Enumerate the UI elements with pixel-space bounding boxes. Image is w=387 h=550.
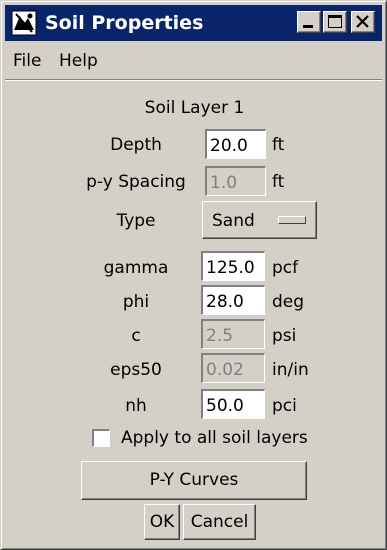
eps50-label: eps50 xyxy=(110,360,162,380)
type-option-menu[interactable]: Sand xyxy=(202,201,317,239)
py-spacing-unit: ft xyxy=(272,172,285,192)
py-spacing-label: p-y Spacing xyxy=(86,172,186,192)
cancel-button[interactable]: Cancel xyxy=(183,504,256,540)
eps50-unit: in/in xyxy=(272,360,309,380)
maximize-icon xyxy=(328,15,342,28)
menu-help[interactable]: Help xyxy=(59,51,98,71)
ok-button[interactable]: OK xyxy=(144,504,180,540)
title-bar[interactable]: Soil Properties xyxy=(5,5,382,41)
c-input xyxy=(201,319,265,349)
nh-unit: pci xyxy=(272,396,297,416)
option-menu-indicator-icon xyxy=(278,216,306,224)
nh-label: nh xyxy=(125,396,147,416)
py-curves-button[interactable]: P-Y Curves xyxy=(81,461,307,500)
phi-label: phi xyxy=(122,292,150,312)
phi-unit: deg xyxy=(272,292,305,312)
menu-file[interactable]: File xyxy=(13,51,41,71)
type-label: Type xyxy=(116,211,156,231)
minimize-icon xyxy=(303,25,313,28)
phi-input[interactable] xyxy=(201,285,265,315)
close-button[interactable] xyxy=(351,11,375,33)
maximize-button[interactable] xyxy=(323,11,347,33)
window-title: Soil Properties xyxy=(45,12,204,34)
gamma-unit: pcf xyxy=(272,258,299,278)
c-label: c xyxy=(131,326,141,346)
py-spacing-input xyxy=(205,166,266,196)
depth-unit: ft xyxy=(272,135,285,155)
menu-bar: File Help xyxy=(5,43,382,80)
app-icon xyxy=(11,10,37,36)
layer-heading: Soil Layer 1 xyxy=(144,98,245,118)
depth-label: Depth xyxy=(110,135,162,155)
minimize-button[interactable] xyxy=(297,11,321,33)
apply-all-label[interactable]: Apply to all soil layers xyxy=(121,427,308,449)
gamma-input[interactable] xyxy=(201,251,265,281)
eps50-input xyxy=(201,353,265,383)
nh-input[interactable] xyxy=(201,389,265,419)
gamma-label: gamma xyxy=(103,258,169,278)
c-unit: psi xyxy=(272,326,297,346)
apply-all-checkbox[interactable] xyxy=(92,429,110,447)
soil-properties-window: Soil Properties File Help Soil Layer 1 D… xyxy=(0,0,387,550)
depth-input[interactable] xyxy=(205,129,266,159)
type-value: Sand xyxy=(212,211,255,231)
close-icon xyxy=(356,15,369,28)
